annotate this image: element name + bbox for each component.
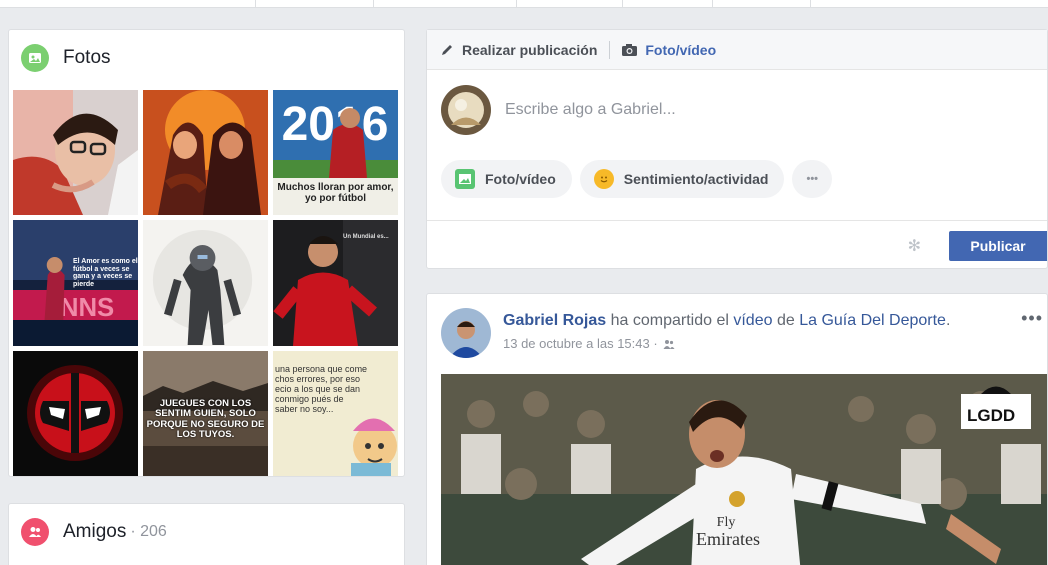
post-headline: Gabriel Rojas ha compartido el vídeo de …	[503, 312, 950, 330]
tab-separator	[373, 0, 374, 8]
tab-create-post-label: Realizar publicación	[462, 41, 598, 58]
feed-post: Gabriel Rojas ha compartido el vídeo de …	[426, 293, 1048, 565]
photo-space-suit[interactable]	[143, 220, 268, 346]
photo-man-glasses[interactable]	[13, 90, 138, 215]
settings-icon[interactable]: ✻	[908, 236, 921, 256]
tile-caption: El Amor es como el fútbol a veces se gan…	[73, 258, 138, 289]
photo-soccer-quote[interactable]: INNS El Amor es como el fútbol a veces s…	[13, 220, 138, 346]
friends-count: · 206	[130, 523, 167, 540]
photos-header: Fotos	[9, 30, 404, 86]
top-tab-strip	[0, 0, 1048, 8]
more-options-button[interactable]: •••	[792, 160, 833, 198]
post-options-icon[interactable]: •••	[1021, 308, 1043, 329]
composer-avatar[interactable]	[441, 85, 491, 135]
composer-body: Escribe algo a Gabriel...	[427, 70, 1047, 150]
tab-separator	[810, 0, 811, 8]
friends-card: Amigos · 206	[8, 503, 405, 565]
tile-caption: Un Mundial es...	[343, 234, 389, 240]
photo-video-button[interactable]: Foto/vídeo	[441, 160, 572, 198]
tab-divider	[609, 40, 611, 59]
tile-caption: Muchos lloran por amor, yo por fútbol	[277, 182, 394, 204]
photo-icon	[455, 169, 475, 189]
tile-caption: JUEGUES CON LOS SENTIM GUIEN, SOLO PORQU…	[146, 398, 265, 441]
photo-2016-soccer[interactable]: 2016 Muchos lloran por amor, yo por fútb…	[273, 90, 398, 215]
composer-tabs: Realizar publicación Foto/vídeo	[427, 30, 1047, 70]
post-video[interactable]: LGDD Fly Emirates	[441, 374, 1047, 565]
friends-header: Amigos · 206	[9, 504, 404, 560]
photo-cartoon-quote[interactable]: una persona que come chos errores, por e…	[273, 351, 398, 476]
post-period: .	[945, 312, 951, 329]
tab-separator	[712, 0, 713, 8]
tab-photo-video-label: Foto/vídeo	[645, 41, 717, 58]
shirt-sponsor-line1: Fly	[716, 515, 736, 530]
pencil-icon	[441, 43, 454, 56]
photos-icon	[21, 44, 49, 72]
page-link[interactable]: La Guía Del Deporte	[799, 312, 946, 329]
video-link[interactable]: vídeo	[733, 312, 772, 329]
photo-city-quote[interactable]: JUEGUES CON LOS SENTIM GUIEN, SOLO PORQU…	[143, 351, 268, 476]
post-action-text: ha compartido el	[610, 312, 729, 329]
more-options-label: •••	[806, 173, 819, 185]
friends-audience-icon[interactable]	[663, 339, 675, 349]
friends-title[interactable]: Amigos	[63, 521, 126, 543]
feeling-activity-button[interactable]: Sentimiento/actividad	[579, 160, 785, 198]
photo-video-label: Foto/vídeo	[485, 171, 556, 187]
tile-caption: una persona que come chos errores, por e…	[275, 364, 368, 414]
photo-soccer-player-red[interactable]: Un Mundial es...	[273, 220, 398, 346]
tab-separator	[622, 0, 623, 8]
composer-footer: ✻ Publicar	[427, 220, 1047, 269]
tab-create-post[interactable]: Realizar publicación	[441, 42, 597, 58]
smiley-icon	[593, 169, 614, 189]
photo-cartoon-characters[interactable]	[143, 90, 268, 215]
post-header: Gabriel Rojas ha compartido el vídeo de …	[441, 308, 950, 358]
post-meta: Gabriel Rojas ha compartido el vídeo de …	[503, 308, 950, 358]
feeling-activity-label: Sentimiento/actividad	[623, 171, 769, 187]
friends-icon	[21, 518, 49, 546]
post-action-text-2: de	[776, 312, 795, 329]
tab-photo-video[interactable]: Foto/vídeo	[622, 42, 716, 58]
publish-button[interactable]: Publicar	[949, 231, 1047, 261]
post-timestamp[interactable]: 13 de octubre a las 15:43 ·	[503, 336, 658, 351]
shirt-sponsor: Fly Emirates	[696, 515, 760, 549]
photo-deadpool-logo[interactable]	[13, 351, 138, 476]
status-input[interactable]: Escribe algo a Gabriel...	[505, 101, 676, 119]
photos-card: Fotos 2016 Muchos lloran por amor, yo po…	[8, 29, 405, 477]
tab-separator	[255, 0, 256, 8]
lgdd-badge: LGDD	[967, 406, 1016, 425]
post-author-avatar[interactable]	[441, 308, 491, 358]
camera-icon	[622, 43, 638, 56]
shirt-sponsor-line2: Emirates	[696, 529, 760, 549]
post-subline: 13 de octubre a las 15:43 ·	[503, 336, 950, 351]
composer-actions: Foto/vídeo Sentimiento/actividad •••	[427, 150, 1047, 208]
author-link[interactable]: Gabriel Rojas	[503, 312, 606, 329]
post-composer: Realizar publicación Foto/vídeo Escribe …	[426, 29, 1048, 269]
tab-separator	[516, 0, 517, 8]
photos-title[interactable]: Fotos	[63, 47, 111, 69]
photos-grid: 2016 Muchos lloran por amor, yo por fútb…	[13, 90, 402, 476]
